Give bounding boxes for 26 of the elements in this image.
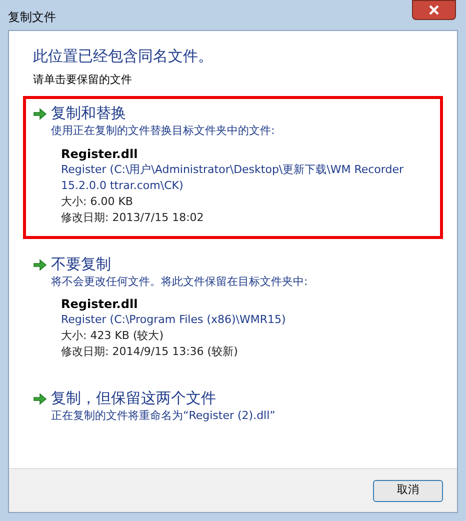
option-description: 使用正在复制的文件替换目标文件夹中的文件: bbox=[51, 123, 276, 139]
close-icon bbox=[429, 5, 439, 15]
close-button[interactable] bbox=[412, 0, 456, 20]
dialog-heading: 此位置已经包含同名文件。 bbox=[33, 46, 214, 67]
option-title: 复制，但保留这两个文件 bbox=[51, 388, 216, 408]
option-title: 不要复制 bbox=[51, 254, 111, 274]
file-path: Register (C:\用户\Administrator\Desktop\更新下载\WM Recorder 15.2.0.0 ttrar.com\CK) bbox=[61, 162, 405, 194]
file-size: 大小: 423 KB (较大) bbox=[61, 328, 165, 344]
window-title: 复制文件 bbox=[8, 9, 56, 26]
file-modified: 修改日期: 2014/9/15 13:36 (较新) bbox=[61, 344, 239, 360]
file-size: 大小: 6.00 KB bbox=[61, 194, 134, 210]
option-item[interactable]: 不要复制 将不会更改任何文件。将此文件保留在目标文件夹中: Register.dll Register (C:\Program Files (x86)\WMR15) 大小: 423 KB (较大) 修改日期: 2014/9/15 13:36 (较新) bbox=[23, 246, 443, 373]
option-item[interactable]: 复制，但保留这两个文件 正在复制的文件将重命名为“Register (2).dll” bbox=[23, 381, 443, 438]
file-name: Register.dll bbox=[61, 296, 139, 312]
arrow-icon bbox=[33, 393, 47, 405]
arrow-icon bbox=[33, 108, 47, 120]
option-title: 复制和替换 bbox=[51, 103, 126, 123]
file-modified: 修改日期: 2013/7/15 18:02 bbox=[61, 210, 205, 226]
option-description: 正在复制的文件将重命名为“Register (2).dll” bbox=[51, 408, 276, 424]
cancel-button[interactable]: 取消 bbox=[373, 480, 443, 502]
option-item[interactable]: 复制和替换 使用正在复制的文件替换目标文件夹中的文件: Register.dll Register (C:\用户\Administrator\Desktop\更新下载\WM Recorder 15.2.0.0 ttrar.com\CK) 大小: 6.00 KB 修改日期: 2013/7/15 18:02 bbox=[23, 96, 443, 238]
file-name: Register.dll bbox=[61, 146, 139, 162]
file-path: Register (C:\Program Files (x86)\WMR15) bbox=[61, 312, 287, 328]
option-description: 将不会更改任何文件。将此文件保留在目标文件夹中: bbox=[51, 274, 309, 290]
instruction-text: 请单击要保留的文件 bbox=[33, 72, 133, 88]
arrow-icon bbox=[33, 258, 47, 270]
